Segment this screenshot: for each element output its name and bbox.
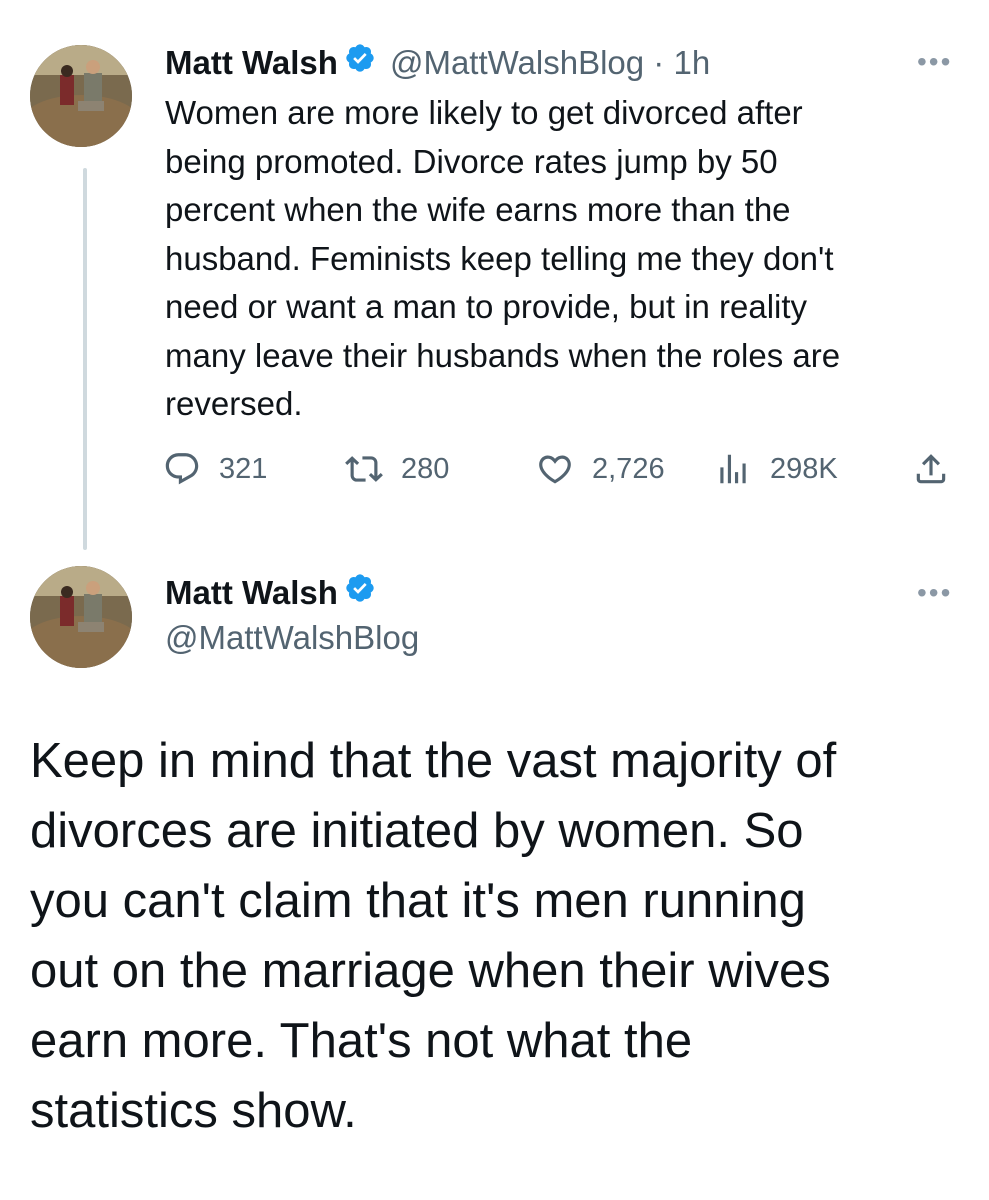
author-name[interactable]: Matt Walsh xyxy=(165,43,338,83)
more-options-icon[interactable]: ••• xyxy=(917,579,952,607)
avatar[interactable] xyxy=(30,566,132,668)
author-handle[interactable]: @MattWalshBlog xyxy=(165,618,419,658)
tweet-text: Keep in mind that the vast majority of d… xyxy=(30,734,837,1138)
more-options-icon[interactable]: ••• xyxy=(917,48,952,76)
reply-icon xyxy=(165,453,199,485)
handle-and-time[interactable]: @MattWalshBlog · 1h xyxy=(390,43,710,83)
views-button[interactable]: 298K xyxy=(714,450,838,488)
views-count: 298K xyxy=(770,452,838,485)
retweet-button[interactable]: 280 xyxy=(345,450,449,488)
reply-button[interactable]: 321 xyxy=(163,450,267,488)
like-button[interactable]: 2,726 xyxy=(536,450,665,488)
views-icon xyxy=(720,454,746,484)
avatar-photo xyxy=(30,45,132,147)
verified-badge-icon xyxy=(346,44,374,72)
like-count: 2,726 xyxy=(592,452,665,485)
reply-count: 321 xyxy=(219,452,268,485)
tweet-header: Matt Walsh xyxy=(165,572,376,613)
share-button[interactable] xyxy=(912,450,950,488)
thread-connector-line xyxy=(83,168,87,550)
avatar-photo xyxy=(30,566,132,668)
tweet-text: Women are more likely to get divorced af… xyxy=(165,94,841,422)
tweet-header: Matt Walsh @MattWalshBlog · 1h xyxy=(165,42,710,83)
retweet-count: 280 xyxy=(401,452,450,485)
author-name[interactable]: Matt Walsh xyxy=(165,573,338,613)
share-icon xyxy=(916,454,946,484)
heart-icon xyxy=(539,455,571,484)
verified-badge-icon xyxy=(346,574,374,602)
retweet-icon xyxy=(345,456,383,482)
avatar[interactable] xyxy=(30,45,132,147)
